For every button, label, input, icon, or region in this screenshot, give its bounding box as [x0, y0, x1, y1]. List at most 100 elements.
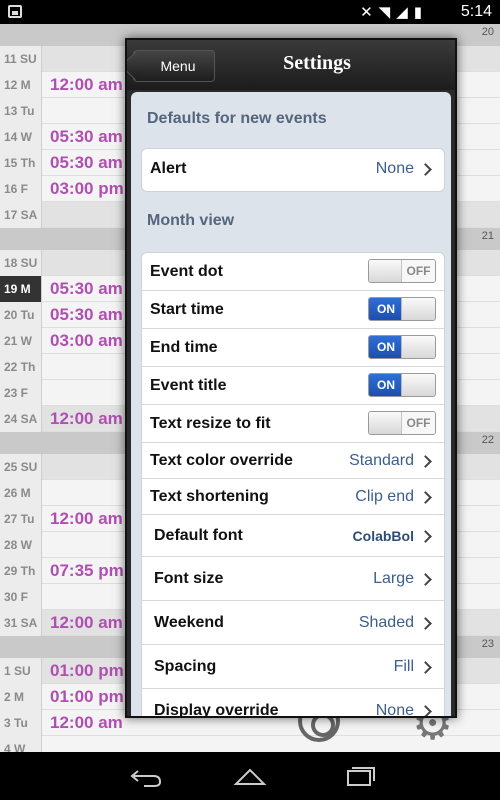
toggle-on-text: ON: [369, 298, 403, 320]
day-label: 18 SU: [0, 250, 42, 276]
toggle-knob: [369, 412, 403, 434]
event-time[interactable]: 05:30 am: [50, 124, 123, 150]
display-override-label: Display override: [154, 702, 279, 718]
event-time[interactable]: 03:00 pm: [50, 176, 124, 202]
alert-label: Alert: [150, 160, 187, 177]
defaults-group: Alert None: [141, 148, 445, 192]
day-label: 15 Th: [0, 150, 42, 176]
home-icon[interactable]: [230, 762, 270, 790]
default-font-value: ColabBol: [352, 528, 414, 544]
event-time[interactable]: 12:00 am: [50, 610, 123, 636]
event-time[interactable]: 12:00 am: [50, 506, 123, 532]
toggle-off-text: OFF: [401, 260, 435, 282]
week-number: 22: [481, 434, 494, 446]
text-shortening-value: Clip end: [355, 488, 414, 505]
display-override-row[interactable]: Display override None: [142, 689, 444, 718]
status-icons: ✕◥◢▮: [360, 3, 428, 21]
day-label: 30 F: [0, 584, 42, 610]
toggle-knob: [401, 336, 435, 358]
event-time[interactable]: 05:30 am: [50, 150, 123, 176]
clock: 5:14: [460, 3, 492, 20]
event-time[interactable]: 12:00 am: [50, 710, 123, 736]
event-title-row: Event title ON: [142, 367, 444, 405]
day-label: 31 SA: [0, 610, 42, 636]
chevron-right-icon: [419, 491, 432, 504]
toggle-off-text: OFF: [401, 412, 435, 434]
day-label: 23 F: [0, 380, 42, 406]
font-size-value: Large: [373, 570, 414, 587]
day-label: 14 W: [0, 124, 42, 150]
system-nav-bar: [0, 752, 500, 800]
toggle-on-text: ON: [369, 374, 403, 396]
day-label: 12 M: [0, 72, 42, 98]
start-time-toggle[interactable]: ON: [368, 297, 436, 321]
event-time[interactable]: 12:00 am: [50, 406, 123, 432]
day-label: 21 W: [0, 328, 42, 354]
event-time[interactable]: 05:30 am: [50, 302, 123, 328]
day-label: 22 Th: [0, 354, 42, 380]
section-title-defaults: Defaults for new events: [147, 110, 327, 127]
toggle-on-text: ON: [369, 336, 403, 358]
spacing-value: Fill: [393, 658, 414, 675]
text-color-override-label: Text color override: [150, 452, 293, 469]
week-number: 21: [481, 230, 494, 242]
image-icon: [8, 5, 22, 18]
font-size-label: Font size: [154, 570, 224, 587]
day-label: 28 W: [0, 532, 42, 558]
day-label: 17 SA: [0, 202, 42, 228]
text-resize-label: Text resize to fit: [150, 415, 271, 432]
event-time[interactable]: 05:30 am: [50, 276, 123, 302]
day-label: 3 Tu: [0, 710, 42, 736]
default-font-row[interactable]: Default font ColabBol: [142, 515, 444, 557]
font-size-row[interactable]: Font size Large: [142, 557, 444, 601]
chevron-right-icon: [419, 617, 432, 630]
day-label: 25 SU: [0, 454, 42, 480]
end-time-toggle[interactable]: ON: [368, 335, 436, 359]
event-title-label: Event title: [150, 377, 227, 394]
event-time[interactable]: 07:35 pm: [50, 558, 124, 584]
event-time[interactable]: 01:00 pm: [50, 658, 124, 684]
event-dot-row: Event dot OFF: [142, 253, 444, 291]
display-override-value: None: [375, 702, 414, 718]
chevron-right-icon: [419, 455, 432, 468]
text-resize-row: Text resize to fit OFF: [142, 405, 444, 443]
text-resize-toggle[interactable]: OFF: [368, 411, 436, 435]
settings-dialog: Menu Settings Defaults for new events Al…: [125, 38, 457, 718]
week-number: 23: [481, 638, 494, 650]
event-time[interactable]: 03:00 am: [50, 328, 123, 354]
start-time-label: Start time: [150, 301, 224, 318]
chevron-right-icon: [419, 163, 432, 176]
day-label: 29 Th: [0, 558, 42, 584]
text-shortening-label: Text shortening: [150, 488, 269, 505]
event-time[interactable]: 12:00 am: [50, 72, 123, 98]
text-shortening-row[interactable]: Text shortening Clip end: [142, 479, 444, 515]
end-time-label: End time: [150, 339, 218, 356]
weekend-label: Weekend: [154, 614, 224, 631]
weekend-value: Shaded: [358, 614, 414, 631]
day-label: 26 M: [0, 480, 42, 506]
event-time[interactable]: 01:00 pm: [50, 684, 124, 710]
battery-icon: ▮: [413, 4, 428, 21]
day-label: 11 SU: [0, 46, 42, 72]
day-label: 16 F: [0, 176, 42, 202]
event-dot-label: Event dot: [150, 263, 223, 280]
bluetooth-off-icon: ✕: [360, 4, 379, 21]
alert-row[interactable]: Alert None: [142, 149, 444, 191]
day-label: 1 SU: [0, 658, 42, 684]
week-number: 20: [481, 26, 494, 38]
event-title-toggle[interactable]: ON: [368, 373, 436, 397]
event-dot-toggle[interactable]: OFF: [368, 259, 436, 283]
text-color-override-row[interactable]: Text color override Standard: [142, 443, 444, 479]
spacing-row[interactable]: Spacing Fill: [142, 645, 444, 689]
day-label: 27 Tu: [0, 506, 42, 532]
back-icon[interactable]: [124, 762, 164, 790]
day-label: 4 W: [0, 736, 42, 752]
recent-apps-icon[interactable]: [338, 762, 378, 790]
weekend-row[interactable]: Weekend Shaded: [142, 601, 444, 645]
settings-body[interactable]: Defaults for new events Alert None Month…: [131, 92, 451, 718]
section-title-month-view: Month view: [147, 212, 235, 229]
chevron-right-icon: [419, 530, 432, 543]
settings-header: Menu Settings: [127, 40, 455, 90]
spacing-label: Spacing: [154, 658, 217, 675]
start-time-row: Start time ON: [142, 291, 444, 329]
